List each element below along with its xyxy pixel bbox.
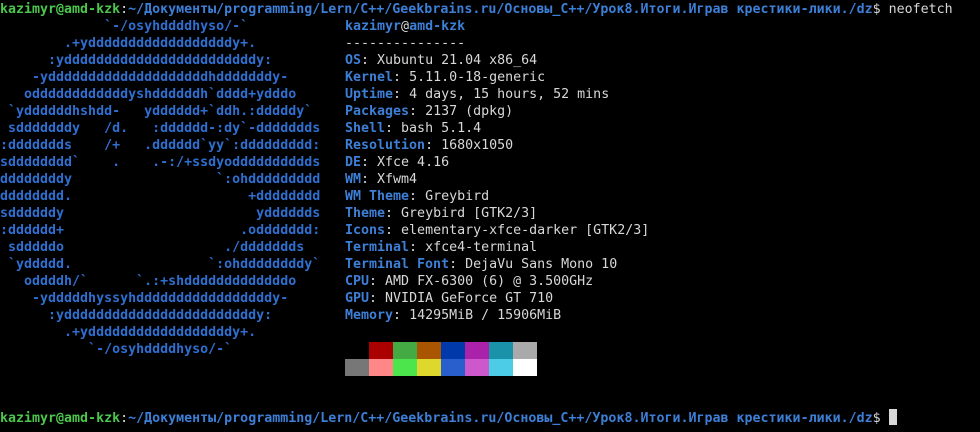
palette-bright-swatch <box>465 359 489 376</box>
palette-bright-swatch <box>345 359 369 376</box>
info-title-user: kazimyr <box>345 19 402 34</box>
info-value: bash 5.1.4 <box>401 121 482 136</box>
info-title-host: amd-kzk <box>409 19 466 34</box>
prompt-path: ~/Документы/programming/Lern/C++/Geekbra… <box>128 2 873 17</box>
palette-row-bright <box>345 359 537 376</box>
info-row: CPU: AMD FX-6300 (6) @ 3.500GHz <box>345 274 594 289</box>
info-value: DejaVu Sans Mono 10 <box>465 257 618 272</box>
info-row: Shell: bash 5.1.4 <box>345 121 482 136</box>
info-key: Memory <box>345 308 394 323</box>
info-value: elementary-xfce-darker [GTK2/3] <box>401 223 650 238</box>
prompt-line-top: kazimyr@amd-kzk:~/Документы/programming/… <box>0 1 953 18</box>
info-value: 2137 (dpkg) <box>425 104 514 119</box>
info-row: GPU: NVIDIA GeForce GT 710 <box>345 291 554 306</box>
color-palette <box>345 342 537 376</box>
palette-bright-swatch <box>513 359 537 376</box>
info-key: GPU <box>345 291 370 306</box>
info-key: Theme <box>345 206 386 221</box>
palette-normal-swatch <box>513 342 537 359</box>
system-info-panel: kazimyr@amd-kzk --------------- OS: Xubu… <box>345 18 649 324</box>
info-value: 14295MiB / 15906MiB <box>409 308 562 323</box>
prompt-user-host: kazimyr@amd-kzk <box>0 411 121 426</box>
info-row: OS: Xubuntu 21.04 x86_64 <box>345 53 538 68</box>
info-rows: OS: Xubuntu 21.04 x86_64 Kernel: 5.11.0-1… <box>345 52 649 324</box>
prompt-colon: : <box>120 411 129 426</box>
prompt-line-bottom[interactable]: kazimyr@amd-kzk:~/Документы/programming/… <box>0 409 897 426</box>
info-value: Greybird <box>425 189 490 204</box>
palette-normal-swatch <box>393 342 417 359</box>
info-value: xfce4-terminal <box>425 240 538 255</box>
info-key: OS <box>345 53 362 68</box>
palette-bright-swatch <box>489 359 513 376</box>
palette-bright-swatch <box>417 359 441 376</box>
text-cursor <box>888 409 897 425</box>
palette-bright-swatch <box>369 359 393 376</box>
info-key: Resolution <box>345 138 426 153</box>
info-title-at: @ <box>401 19 410 34</box>
prompt-symbol: $ <box>872 2 881 17</box>
palette-normal-swatch <box>465 342 489 359</box>
info-title: kazimyr@amd-kzk <box>345 18 649 35</box>
prompt-user-host: kazimyr@amd-kzk <box>0 2 121 17</box>
info-key: CPU <box>345 274 370 289</box>
info-row: WM Theme: Greybird <box>345 189 490 204</box>
info-row: Icons: elementary-xfce-darker [GTK2/3] <box>345 223 650 238</box>
palette-bright-swatch <box>441 359 465 376</box>
info-key: Shell <box>345 121 386 136</box>
info-value: NVIDIA GeForce GT 710 <box>385 291 554 306</box>
info-value: AMD FX-6300 (6) @ 3.500GHz <box>385 274 594 289</box>
info-value: 1680x1050 <box>441 138 514 153</box>
info-key: Terminal <box>345 240 410 255</box>
palette-bright-swatch <box>393 359 417 376</box>
info-row: Theme: Greybird [GTK2/3] <box>345 206 538 221</box>
info-row: Memory: 14295MiB / 15906MiB <box>345 308 562 323</box>
info-value: Xubuntu 21.04 x86_64 <box>377 53 538 68</box>
prompt-colon: : <box>120 2 129 17</box>
palette-row-normal <box>345 342 537 359</box>
info-key: WM <box>345 172 362 187</box>
palette-normal-swatch <box>417 342 441 359</box>
prompt-path: ~/Документы/programming/Lern/C++/Geekbra… <box>128 411 873 426</box>
info-row: Uptime: 4 days, 15 hours, 52 mins <box>345 87 610 102</box>
info-row: DE: Xfce 4.16 <box>345 155 450 170</box>
palette-normal-swatch <box>489 342 513 359</box>
info-row: Terminal Font: DejaVu Sans Mono 10 <box>345 257 618 272</box>
info-row: Kernel: 5.11.0-18-generic <box>345 70 546 85</box>
palette-normal-swatch <box>345 342 369 359</box>
palette-normal-swatch <box>369 342 393 359</box>
info-row: Packages: 2137 (dpkg) <box>345 104 514 119</box>
info-key: DE <box>345 155 362 170</box>
info-value: Xfce 4.16 <box>377 155 450 170</box>
info-key: Icons <box>345 223 386 238</box>
info-row: Terminal: xfce4-terminal <box>345 240 538 255</box>
info-key: Kernel <box>345 70 394 85</box>
prompt-command: neofetch <box>880 2 953 17</box>
palette-normal-swatch <box>441 342 465 359</box>
info-value: 5.11.0-18-generic <box>409 70 546 85</box>
info-key: WM Theme <box>345 189 410 204</box>
info-key: Uptime <box>345 87 394 102</box>
info-row: WM: Xfwm4 <box>345 172 418 187</box>
info-value: Greybird [GTK2/3] <box>401 206 538 221</box>
info-row: Resolution: 1680x1050 <box>345 138 514 153</box>
info-key: Packages <box>345 104 410 119</box>
info-key: Terminal Font <box>345 257 450 272</box>
info-value: Xfwm4 <box>377 172 418 187</box>
info-value: 4 days, 15 hours, 52 mins <box>409 87 610 102</box>
info-separator: --------------- <box>345 36 466 51</box>
prompt-symbol: $ <box>872 411 881 426</box>
distro-ascii-logo: `-/osyhddddhyso/-` .+ydddddddddddddddddd… <box>0 19 321 357</box>
